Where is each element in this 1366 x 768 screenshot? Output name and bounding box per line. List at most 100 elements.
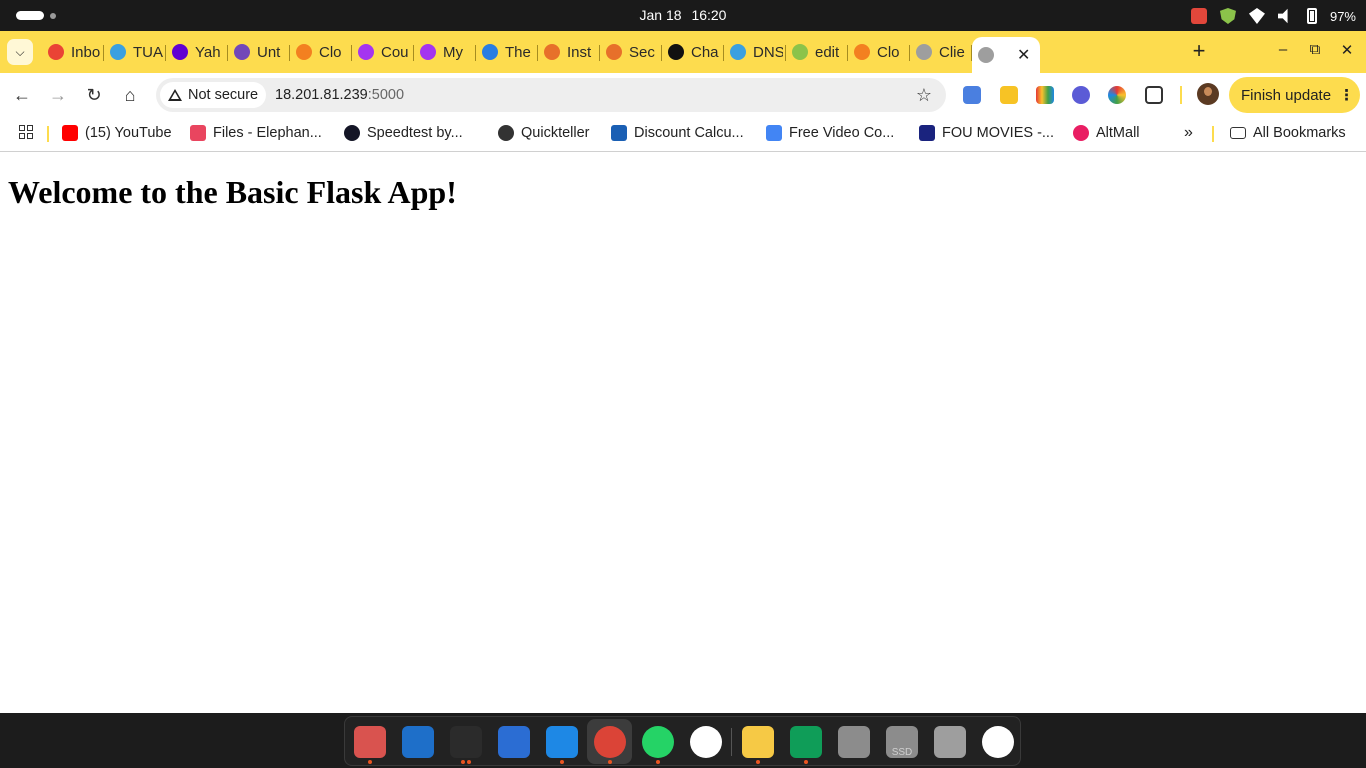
- ssd-app-icon[interactable]: SSD: [886, 726, 918, 758]
- google-drive-app-icon[interactable]: [790, 726, 822, 758]
- system-top-bar: Jan 18 16:20 97%: [0, 0, 1366, 31]
- finish-update-button[interactable]: Finish update ⋮: [1229, 77, 1360, 113]
- disk-app-icon[interactable]: [838, 726, 870, 758]
- aws-icon: [544, 44, 560, 60]
- system-monitor-app-icon[interactable]: [498, 726, 530, 758]
- shield-icon[interactable]: [1219, 8, 1236, 24]
- wifi-icon[interactable]: [1248, 8, 1265, 24]
- security-label: Not secure: [188, 87, 259, 103]
- profile-avatar[interactable]: [1197, 83, 1219, 105]
- tab-search-button[interactable]: ⌵: [7, 39, 33, 65]
- trash-app-icon[interactable]: [934, 726, 966, 758]
- puzzle-icon[interactable]: [1145, 86, 1163, 104]
- clock[interactable]: Jan 18 16:20: [0, 7, 1366, 23]
- page-heading: Welcome to the Basic Flask App!: [8, 174, 457, 210]
- chrome-app-icon[interactable]: [594, 726, 626, 758]
- tab[interactable]: Unt: [228, 37, 290, 67]
- url-port: :5000: [367, 87, 405, 103]
- bookmark-label: Speedtest by...: [367, 125, 463, 141]
- tab[interactable]: Cha: [662, 37, 724, 67]
- tab[interactable]: Clo: [848, 37, 910, 67]
- files-app-icon[interactable]: [354, 726, 386, 758]
- whatsapp-app-icon[interactable]: [642, 726, 674, 758]
- bookmarks-bar: (15) YouTube Files - Elephan... Speedtest …: [0, 117, 1366, 152]
- battery-percent: 97%: [1329, 8, 1356, 24]
- tab[interactable]: The: [476, 37, 538, 67]
- address-bar[interactable]: Not secure 18.201.81.239:5000 ☆: [156, 78, 946, 112]
- running-indicator: [756, 760, 760, 764]
- vscode-app-icon[interactable]: [546, 726, 578, 758]
- bookmark-label: FOU MOVIES -...: [942, 125, 1054, 141]
- url-text[interactable]: 18.201.81.239:5000: [275, 87, 404, 103]
- volume-icon[interactable]: [1277, 8, 1288, 24]
- extension-star-icon[interactable]: [1072, 86, 1090, 104]
- tab[interactable]: Yah: [166, 37, 228, 67]
- tab[interactable]: edit: [786, 37, 848, 67]
- gmail-icon: [48, 44, 64, 60]
- tab-label: The: [505, 43, 531, 61]
- tab[interactable]: Sec: [600, 37, 662, 67]
- bookmark-item[interactable]: Quickteller: [498, 123, 590, 143]
- tab-strip: ⌵ Inbo TUA Yah Unt Clo Cou My The Inst Sec Cha DNS e…: [0, 31, 1366, 73]
- bookmark-item[interactable]: FOU MOVIES -...: [919, 123, 1054, 143]
- color-picker-icon[interactable]: [1036, 86, 1054, 104]
- reload-button[interactable]: ↻: [83, 84, 105, 106]
- tab-label: DNS: [753, 43, 783, 61]
- udemy-icon: [420, 44, 436, 60]
- tab[interactable]: Clo: [290, 37, 352, 67]
- date-label: Jan 18: [639, 7, 682, 23]
- ubuntu-app-icon[interactable]: [982, 726, 1014, 758]
- altmall-icon: [1073, 125, 1089, 141]
- close-tab-icon[interactable]: ✕: [1017, 45, 1030, 65]
- bookmark-star-icon[interactable]: ☆: [916, 85, 932, 106]
- battery-icon[interactable]: [1306, 8, 1317, 24]
- tab[interactable]: TUA: [104, 37, 166, 67]
- bookmark-item[interactable]: (15) YouTube: [62, 123, 172, 143]
- more-bookmarks-icon[interactable]: »: [1184, 123, 1193, 143]
- speedtest-icon: [344, 125, 360, 141]
- cloudflare-icon: [296, 44, 312, 60]
- bookmark-item[interactable]: Free Video Co...: [766, 123, 894, 143]
- slack-app-icon[interactable]: [690, 726, 722, 758]
- tab[interactable]: Inst: [538, 37, 600, 67]
- google-icon: [766, 125, 782, 141]
- tab-label: Inst: [567, 43, 592, 61]
- terminal-app-icon[interactable]: [450, 726, 482, 758]
- system-tray[interactable]: 97%: [1190, 6, 1356, 26]
- bookmark-item[interactable]: AltMall: [1073, 123, 1140, 143]
- tab[interactable]: Cou: [352, 37, 414, 67]
- dns-icon: [730, 44, 746, 60]
- text-editor-app-icon[interactable]: [742, 726, 774, 758]
- bookmark-item[interactable]: Files - Elephan...: [190, 123, 322, 143]
- tab[interactable]: My: [414, 37, 476, 67]
- forward-button[interactable]: →: [47, 84, 69, 106]
- home-button[interactable]: ⌂: [119, 84, 141, 106]
- globe-icon: [498, 125, 514, 141]
- anydesk-icon[interactable]: [1190, 8, 1207, 24]
- back-button[interactable]: ←: [11, 84, 33, 106]
- keep-icon[interactable]: [1000, 86, 1018, 104]
- security-chip[interactable]: Not secure: [160, 82, 267, 108]
- globe-icon: [916, 44, 932, 60]
- color-wheel-icon[interactable]: [1108, 86, 1126, 104]
- tab[interactable]: Clie: [910, 37, 972, 67]
- text-document-app-icon[interactable]: [402, 726, 434, 758]
- tab-label: Yah: [195, 43, 221, 61]
- close-window-button[interactable]: ✕: [1337, 41, 1357, 59]
- apps-grid-icon[interactable]: [19, 125, 33, 139]
- ssd-label: SSD: [891, 747, 913, 758]
- tab[interactable]: Inbo: [42, 37, 104, 67]
- new-tab-button[interactable]: +: [1188, 38, 1210, 64]
- running-indicator: [467, 760, 471, 764]
- chevron-down-icon: ⌵: [15, 44, 25, 59]
- all-bookmarks-button[interactable]: All Bookmarks: [1230, 123, 1346, 143]
- restore-button[interactable]: ⧉: [1305, 41, 1325, 58]
- minimize-button[interactable]: –: [1273, 41, 1293, 58]
- bookmark-item[interactable]: Discount Calcu...: [611, 123, 744, 143]
- url-host: 18.201.81.239: [275, 87, 368, 103]
- bookmark-item[interactable]: Speedtest by...: [344, 123, 463, 143]
- active-tab[interactable]: ✕: [972, 37, 1040, 73]
- tab[interactable]: DNS: [724, 37, 786, 67]
- running-indicator: [368, 760, 372, 764]
- google-translate-icon[interactable]: [963, 86, 981, 104]
